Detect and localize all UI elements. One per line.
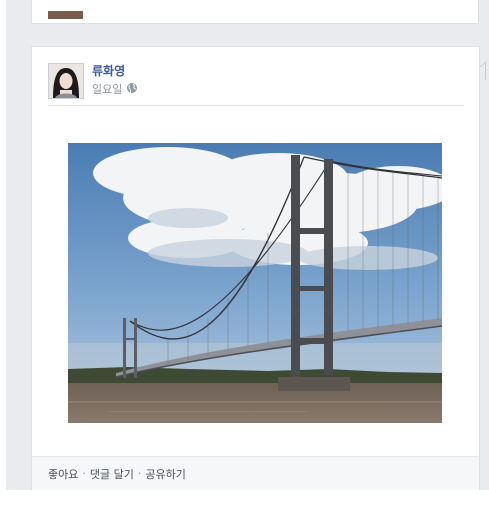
share-link[interactable]: 공유하기 xyxy=(145,466,185,482)
author-name[interactable]: 류화영 xyxy=(92,62,125,79)
post-meta: 일요일 xyxy=(92,81,138,97)
post-timestamp[interactable]: 일요일 xyxy=(92,81,122,97)
comment-link[interactable]: 댓글 달기 xyxy=(90,466,134,482)
header-divider xyxy=(48,105,464,106)
like-link[interactable]: 좋아요 xyxy=(48,466,78,482)
post-card: 류화영 일요일 좋아요 · 댓글 달기 · 공유하기 xyxy=(31,46,480,490)
globe-icon[interactable] xyxy=(126,82,138,97)
suspension-bridge-photo xyxy=(68,143,442,423)
previous-post-card xyxy=(31,0,479,24)
avatar-image xyxy=(49,64,83,98)
previous-post-thumbnail[interactable] xyxy=(48,11,83,19)
author-avatar[interactable] xyxy=(48,63,84,99)
post-photo[interactable] xyxy=(68,143,442,423)
post-action-bar: 좋아요 · 댓글 달기 · 공유하기 xyxy=(32,456,479,490)
separator-dot: · xyxy=(137,467,142,480)
separator-dot: · xyxy=(82,467,86,480)
